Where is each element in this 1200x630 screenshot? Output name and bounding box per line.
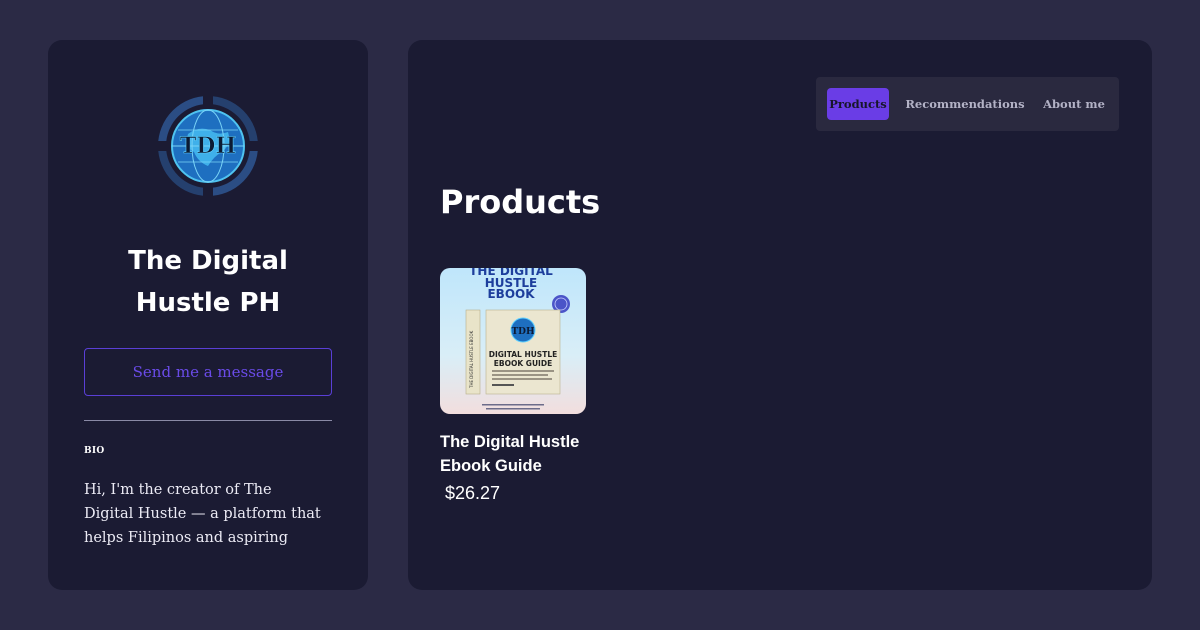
svg-text:TDH: TDH <box>180 133 236 159</box>
cover-headline-line3: EBOOK <box>487 287 535 301</box>
profile-name: The Digital Hustle PH <box>128 246 288 318</box>
product-title[interactable]: The Digital Hustle Ebook Guide <box>440 430 610 478</box>
profile-sidebar: TDH The Digital Hustle PH Send me a mess… <box>48 40 368 590</box>
main-panel: Products Recommendations About me Produc… <box>408 40 1152 590</box>
section-title: Products <box>440 183 601 221</box>
tdh-globe-logo-icon: TDH <box>158 96 258 196</box>
product-cover-image[interactable]: THE DIGITAL HUSTLE EBOOK THE DIGITAL HUS… <box>440 268 586 414</box>
product-card[interactable]: THE DIGITAL HUSTLE EBOOK THE DIGITAL HUS… <box>440 268 586 505</box>
tab-about-me[interactable]: About me <box>1041 88 1107 120</box>
svg-text:EBOOK GUIDE: EBOOK GUIDE <box>494 359 552 368</box>
send-message-button[interactable]: Send me a message <box>84 348 332 396</box>
bio-heading: BIO <box>84 446 105 456</box>
tab-recommendations[interactable]: Recommendations <box>901 88 1029 120</box>
bio-text: Hi, I'm the creator of The Digital Hustl… <box>84 482 321 546</box>
svg-text:THE DIGITAL HUSTLE EBOOK: THE DIGITAL HUSTLE EBOOK <box>469 330 474 389</box>
product-price: $26.27 <box>445 483 501 503</box>
section-nav: Products Recommendations About me <box>816 77 1119 131</box>
divider <box>84 420 332 421</box>
svg-text:DIGITAL HUSTLE: DIGITAL HUSTLE <box>489 350 557 359</box>
tab-products[interactable]: Products <box>827 88 889 120</box>
svg-text:TDH: TDH <box>511 327 535 337</box>
